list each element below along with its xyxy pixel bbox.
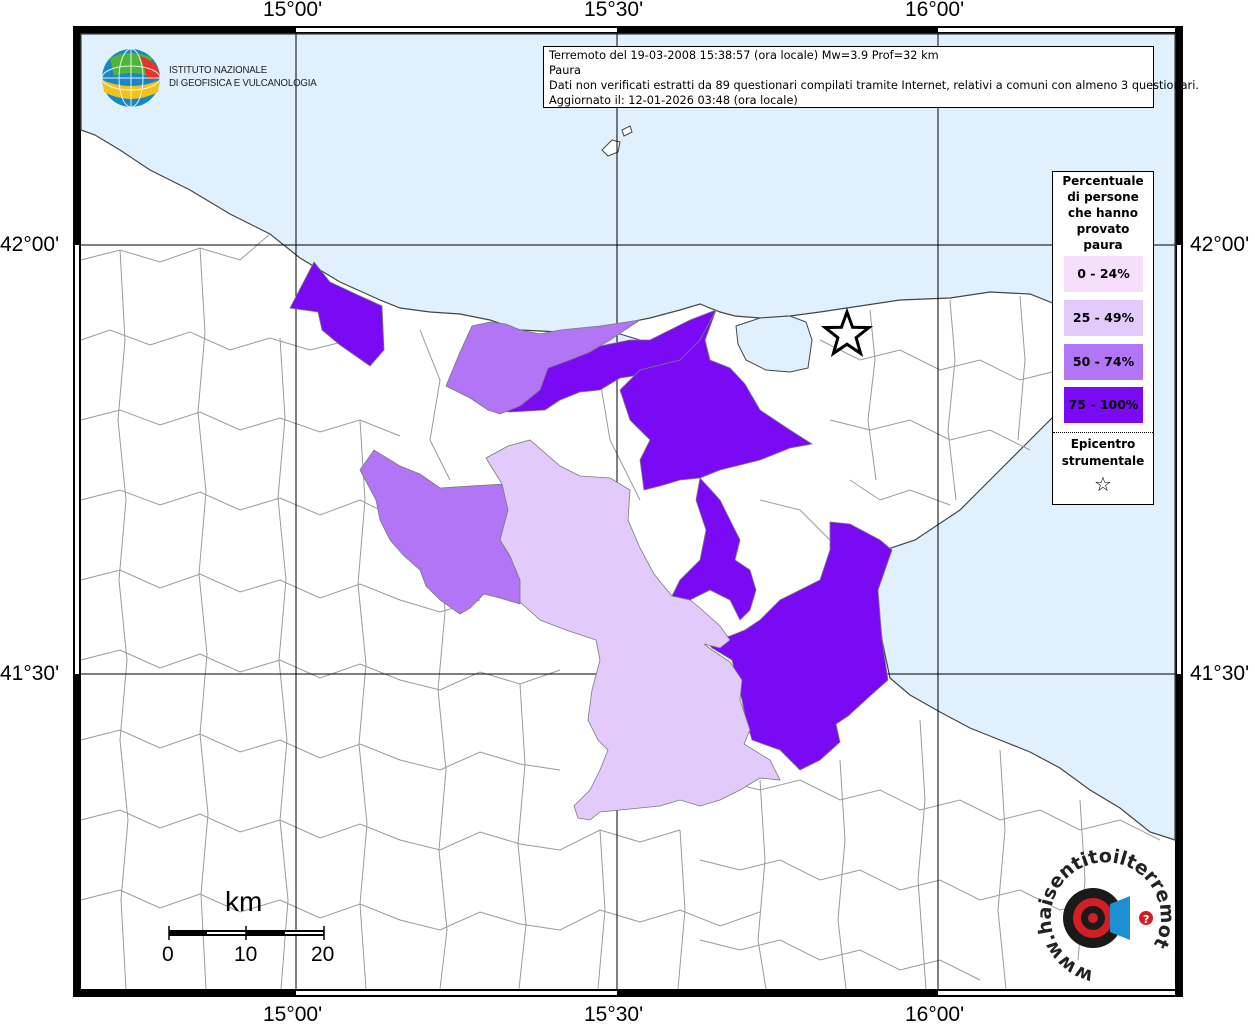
legend-star-icon: ☆ [1094,472,1112,496]
scale-tick-label: 0 [162,943,174,966]
legend-epicenter-line: strumentale [1061,454,1145,468]
event-info-box: Terremoto del 19-03-2008 15:38:57 (ora l… [543,46,1199,108]
event-info-line-2: Paura [549,64,581,77]
legend-class-swatch: 0 - 24% [1064,256,1143,292]
lon-bottom-label: 15°30' [584,1003,644,1026]
lat-left-label: 42°00' [0,233,60,256]
legend-class-swatch: 25 - 49% [1064,300,1143,336]
ingv-logo-icon [101,48,161,108]
legend: Percentuale di persone che hanno provato… [1052,171,1154,505]
legend-epicenter-label: Epicentro strumentale [1053,436,1153,470]
institute-name: ISTITUTO NAZIONALE DI GEOFISICA E VULCAN… [169,64,317,90]
legend-title: Percentuale di persone che hanno provato… [1053,172,1153,253]
legend-class-swatch: 75 - 100% [1064,387,1143,423]
map-canvas: ? www.haisentitoilterremoto.it [0,0,1183,997]
event-info-line-3: Dati non verificati estratti da 89 quest… [549,79,1199,92]
lon-top-label: 16°00' [905,0,965,21]
svg-text:?: ? [1143,913,1149,926]
event-info-line-4: Aggiornato il: 12-01-2026 03:48 (ora loc… [549,94,798,107]
lon-bottom-label: 16°00' [905,1003,965,1026]
scale-unit: km [225,886,263,917]
legend-title-line: Percentuale [1062,174,1144,188]
lat-right-label: 42°00' [1190,233,1250,256]
legend-epicenter-line: Epicentro [1070,437,1136,451]
lon-bottom-label: 15°00' [263,1003,323,1026]
legend-title-line: che hanno [1068,206,1138,220]
lon-top-label: 15°00' [263,0,323,21]
institute-line-1: ISTITUTO NAZIONALE [169,64,267,76]
lat-right-label: 41°30' [1190,662,1250,685]
legend-class-label: 75 - 100% [1068,397,1139,412]
lat-left-label: 41°30' [0,662,60,685]
legend-title-line: provato [1076,222,1130,236]
legend-class-label: 50 - 74% [1072,354,1135,369]
scale-tick-label: 20 [311,943,335,966]
legend-title-line: di persone [1067,190,1139,204]
institute-line-2: DI GEOFISICA E VULCANOLOGIA [169,77,317,89]
event-info-line-1: Terremoto del 19-03-2008 15:38:57 (ora l… [549,49,939,62]
legend-class-label: 0 - 24% [1077,266,1130,281]
legend-class-swatch: 50 - 74% [1064,344,1143,380]
legend-separator [1053,432,1153,433]
legend-title-line: paura [1083,238,1123,252]
legend-class-label: 25 - 49% [1072,310,1135,325]
lon-top-label: 15°30' [584,0,644,21]
scale-tick-label: 10 [234,943,258,966]
